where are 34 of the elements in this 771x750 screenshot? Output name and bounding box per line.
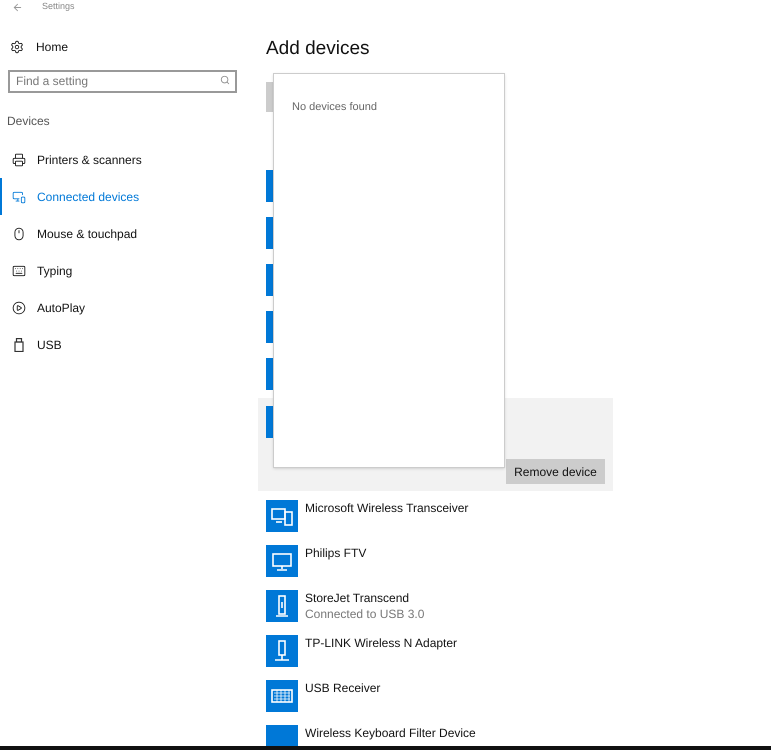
device-name: Philips FTV: [305, 545, 366, 561]
remove-device-button[interactable]: Remove device: [506, 459, 605, 484]
device-name: Microsoft Wireless Transceiver: [305, 500, 468, 516]
gear-icon: [10, 40, 24, 54]
search-icon: [220, 75, 230, 85]
printer-icon: [12, 152, 26, 166]
mouse-icon: [12, 226, 26, 240]
nav-item[interactable]: Typing: [0, 252, 258, 289]
nav-item[interactable]: USB: [0, 326, 258, 363]
device-name: TP-LINK Wireless N Adapter: [305, 635, 458, 651]
device-icon: [266, 680, 298, 712]
device-icon: [266, 545, 298, 577]
device-icon: [266, 635, 298, 667]
device-name: USB Receiver: [305, 680, 380, 696]
nav-item[interactable]: Mouse & touchpad: [0, 215, 258, 252]
device-status: Connected to USB 3.0: [305, 606, 424, 622]
empty-message: No devices found: [292, 101, 377, 113]
play-icon: [12, 300, 26, 314]
usb-drive-icon: [14, 338, 24, 352]
window-title: Settings: [42, 0, 75, 14]
nav-item[interactable]: Printers & scanners: [0, 141, 258, 178]
devices-icon: [12, 190, 26, 204]
search-field[interactable]: Find a setting: [8, 70, 237, 92]
device-name: Wireless Keyboard Filter Device: [305, 725, 476, 741]
home-link[interactable]: Home: [0, 39, 258, 55]
device-icon: [266, 590, 298, 622]
back-icon[interactable]: [12, 2, 23, 12]
keyboard-icon: [12, 264, 26, 278]
nav-item[interactable]: AutoPlay: [0, 289, 258, 326]
device-icon: [266, 500, 298, 532]
device-name: StoreJet Transcend: [305, 590, 410, 606]
nav-item[interactable]: Connected devices: [0, 178, 258, 215]
section-label: Devices: [6, 113, 51, 128]
page-title: Add devices: [266, 37, 371, 61]
